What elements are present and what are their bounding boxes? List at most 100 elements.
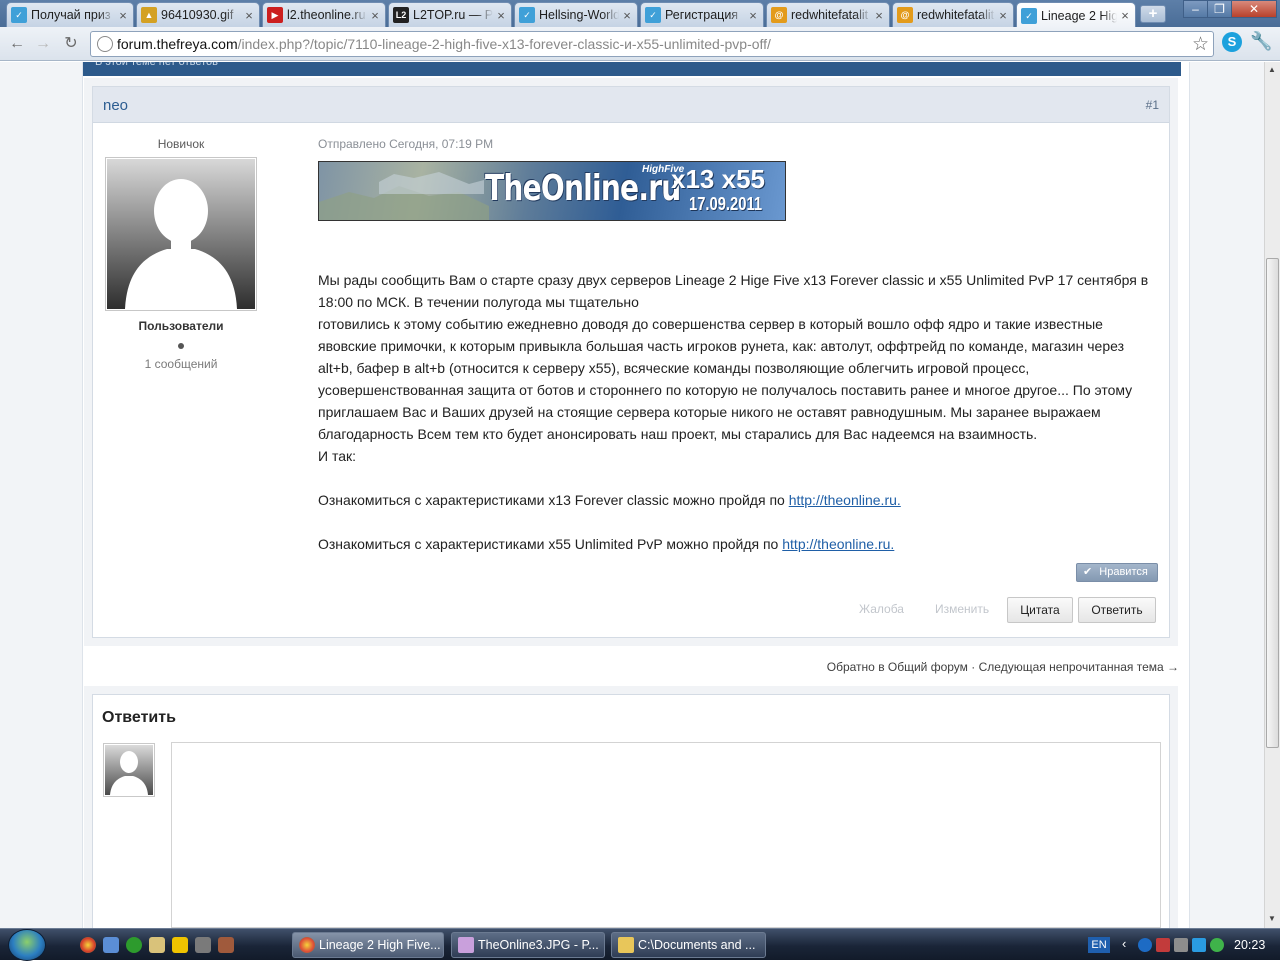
url-path: /index.php?/topic/7110-lineage-2-high-fi… (237, 36, 771, 52)
tab-label: Hellsing-World (539, 8, 619, 22)
task-label: TheOnline3.JPG - P... (478, 938, 599, 952)
start-button[interactable] (8, 929, 46, 961)
utorrent-icon[interactable] (126, 937, 142, 953)
page-viewport: В этой теме нет ответов neo #1 Новичок П… (0, 62, 1264, 928)
reply-text-editor[interactable] (171, 742, 1161, 928)
close-tab-icon[interactable]: × (117, 8, 129, 23)
maximize-button[interactable]: ❐ (1207, 0, 1232, 18)
close-tab-icon[interactable]: × (369, 8, 381, 23)
gif-image-icon: ▲ (141, 7, 157, 23)
browser-tab[interactable]: @ redwhitefatalit × (766, 2, 890, 27)
new-tab-button[interactable]: + (1140, 5, 1166, 23)
address-bar[interactable]: forum.thefreya.com /index.php?/topic/711… (90, 31, 1214, 57)
server-x55-link[interactable]: http://theonline.ru. (782, 536, 894, 552)
browser-tab[interactable]: ▲ 96410930.gif × (136, 2, 260, 27)
update-icon[interactable] (1210, 938, 1224, 952)
reply-avatar (103, 743, 155, 797)
antivirus-icon[interactable] (1156, 938, 1170, 952)
post-body: Отправлено Сегодня, 07:19 PM TheOnline.r… (318, 137, 1160, 555)
tab-label: redwhitefatalit (917, 8, 995, 22)
edit-button[interactable]: Изменить (935, 597, 989, 623)
forward-button[interactable]: → (32, 33, 54, 55)
close-tab-icon[interactable]: × (747, 8, 759, 23)
close-tab-icon[interactable]: × (1119, 8, 1131, 23)
avatar[interactable] (105, 157, 257, 311)
taskbar-task[interactable]: TheOnline3.JPG - P... (451, 932, 605, 958)
server-ad-banner[interactable]: TheOnline.ru HighFive x13 x55 17.09.2011 (318, 161, 786, 221)
tab-label: l2.theonline.ru (287, 8, 366, 22)
system-clock[interactable]: 20:23 (1234, 938, 1265, 952)
game-launcher-icon[interactable] (172, 937, 188, 953)
link-prefix: Ознакомиться с характеристиками x13 Fore… (318, 492, 789, 508)
server-x13-link[interactable]: http://theonline.ru. (789, 492, 901, 508)
close-tab-icon[interactable]: × (873, 8, 885, 23)
scroll-thumb[interactable] (1266, 258, 1279, 748)
tool-icon[interactable] (149, 937, 165, 953)
forum-post: neo #1 Новичок Пользователи 1 сообщений … (92, 86, 1170, 638)
chrome-icon (299, 937, 315, 953)
reload-button[interactable]: ↻ (60, 33, 82, 55)
browser-tab[interactable]: L2 L2TOP.ru — P × (388, 2, 512, 27)
post-link-line: Ознакомиться с характеристиками x13 Fore… (318, 489, 1160, 511)
task-label: Lineage 2 High Five... (319, 938, 441, 952)
skype-tray-icon[interactable] (1192, 938, 1206, 952)
minimize-button[interactable]: – (1183, 0, 1208, 18)
banner-date: 17.09.2011 (689, 194, 763, 214)
author-name-link[interactable]: neo (103, 97, 128, 114)
paint-icon (458, 937, 474, 953)
wrench-icon[interactable]: 🔧 (1250, 31, 1272, 52)
network-icon[interactable] (1138, 938, 1152, 952)
mail-icon: @ (897, 7, 913, 23)
browser-tab[interactable]: ▶ l2.theonline.ru × (262, 2, 386, 27)
like-button[interactable]: ✔ Нравится (1076, 563, 1158, 582)
next-unread-topic-link[interactable]: Следующая непрочитанная тема → (979, 660, 1179, 674)
back-button[interactable]: ← (6, 33, 28, 55)
default-avatar-silhouette (107, 159, 255, 309)
tab-label: Lineage 2 High (1041, 8, 1117, 23)
steam-icon[interactable] (1174, 938, 1188, 952)
game-icon[interactable] (195, 937, 211, 953)
skype-icon[interactable]: S (1222, 32, 1242, 52)
close-tab-icon[interactable]: × (243, 8, 255, 23)
tab-label: Получай приз (31, 8, 111, 22)
browser-tab[interactable]: @ redwhitefatalit × (892, 2, 1014, 27)
browser-tab[interactable]: ✓ Получай приз × (6, 2, 134, 27)
chrome-icon[interactable] (80, 937, 96, 953)
folder-icon (618, 937, 634, 953)
bookmark-star-icon[interactable]: ☆ (1192, 33, 1209, 56)
l2top-icon: L2 (393, 7, 409, 23)
forum-icon: ✓ (519, 7, 535, 23)
browser-tab[interactable]: ✓ Регистрация × (640, 2, 764, 27)
reply-button[interactable]: Ответить (1078, 597, 1156, 623)
browser-tab-active[interactable]: ✓ Lineage 2 High × (1016, 2, 1136, 28)
quote-button[interactable]: Цитата (1007, 597, 1073, 623)
language-indicator[interactable]: EN (1088, 937, 1110, 953)
close-tab-icon[interactable]: × (997, 8, 1009, 23)
post-paragraph: готовились к этому событию ежедневно дов… (318, 316, 1133, 442)
scroll-down-arrow-icon[interactable]: ▼ (1268, 914, 1276, 923)
like-label: Нравится (1099, 566, 1148, 578)
report-button[interactable]: Жалоба (859, 597, 904, 623)
browser-tab[interactable]: ✓ Hellsing-World × (514, 2, 638, 27)
globe-icon (97, 36, 113, 52)
taskbar-task[interactable]: C:\Documents and ... (611, 932, 766, 958)
author-group: Пользователи (138, 319, 224, 333)
show-desktop-icon[interactable] (103, 937, 119, 953)
close-window-button[interactable]: ✕ (1231, 0, 1277, 18)
close-tab-icon[interactable]: × (495, 8, 507, 23)
taskbar-task[interactable]: Lineage 2 High Five... (292, 932, 444, 958)
back-to-forum-link[interactable]: Обратно в Общий форум (827, 660, 968, 674)
browser-toolbar: ← → ↻ forum.thefreya.com /index.php?/top… (0, 27, 1280, 61)
scroll-up-arrow-icon[interactable]: ▲ (1268, 65, 1276, 74)
tray-expand-icon[interactable]: ‹ (1122, 936, 1126, 951)
page-scrollbar[interactable]: ▲ ▼ (1264, 62, 1280, 928)
close-tab-icon[interactable]: × (621, 8, 633, 23)
tab-label: 96410930.gif (161, 8, 234, 22)
app-icon[interactable] (218, 937, 234, 953)
forum-content: В этой теме нет ответов neo #1 Новичок П… (82, 62, 1190, 928)
default-avatar-silhouette (105, 745, 153, 795)
post-number-link[interactable]: #1 (1146, 98, 1159, 112)
fast-reply-box: Ответить (92, 694, 1170, 928)
topic-navigation: Обратно в Общий форум · Следующая непроч… (827, 660, 1179, 674)
vk-icon: ✓ (11, 7, 27, 23)
